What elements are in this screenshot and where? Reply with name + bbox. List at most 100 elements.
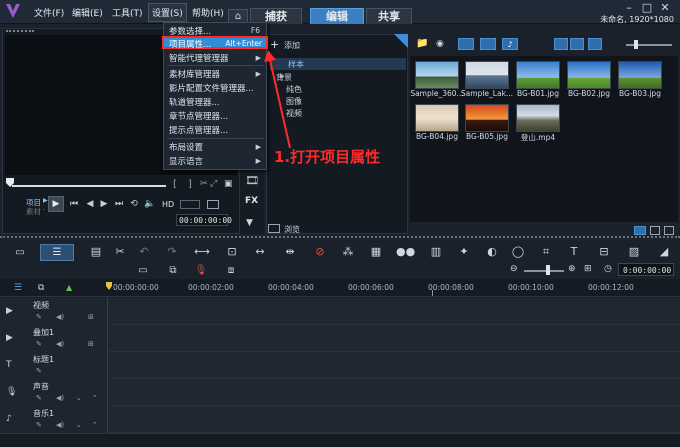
title-icon[interactable]: T bbox=[566, 245, 582, 259]
mode-clip-label[interactable]: 素材 bbox=[26, 206, 41, 217]
thumbnail-bg-b03[interactable] bbox=[618, 61, 662, 89]
previous-frame-icon[interactable]: ◀ bbox=[84, 198, 96, 210]
audio-icon[interactable]: ◀) bbox=[56, 313, 64, 321]
split-screen-icon[interactable]: ▥ bbox=[428, 245, 444, 259]
multi-camera-icon[interactable]: ▦ bbox=[368, 245, 384, 259]
tab-share[interactable]: 共享 bbox=[366, 8, 412, 24]
audio-icon[interactable]: ◀) bbox=[56, 340, 64, 348]
sort-icon[interactable] bbox=[588, 38, 602, 50]
resolution-dropdown[interactable] bbox=[180, 200, 200, 209]
ripple-icon[interactable]: ⊞ bbox=[88, 313, 94, 321]
mask-creator-icon[interactable]: ◐ bbox=[484, 245, 500, 259]
expand-track-icon[interactable]: ⌄ bbox=[76, 394, 82, 402]
menu-settings[interactable]: 设置(S) bbox=[148, 3, 187, 22]
menu-edit[interactable]: 编辑(E) bbox=[72, 6, 103, 19]
hd-toggle[interactable]: HD bbox=[162, 200, 174, 209]
go-to-end-icon[interactable]: ⏭ bbox=[113, 198, 125, 210]
subtitle-editor-icon[interactable]: ⁂ bbox=[340, 245, 356, 259]
track-list-icon[interactable]: ☰ bbox=[14, 283, 22, 293]
morph-icon[interactable]: ◯ bbox=[510, 245, 526, 259]
scrubber-handle[interactable] bbox=[6, 178, 14, 187]
menu-item-library-manager[interactable]: 素材库管理器 bbox=[169, 68, 220, 80]
thumbnail-bg-b02[interactable] bbox=[567, 61, 611, 89]
ripple-icon[interactable]: ⊞ bbox=[88, 340, 94, 348]
timeline-clock-icon[interactable]: ◷ bbox=[604, 264, 612, 274]
minimize-icon[interactable]: – bbox=[622, 2, 636, 14]
enable-tracks-icon[interactable]: ⧉ bbox=[38, 283, 44, 293]
tab-edit[interactable]: 编辑 bbox=[310, 8, 364, 24]
folder-icon[interactable]: 📁 bbox=[416, 38, 428, 49]
record-capture-icon[interactable]: ⊡ bbox=[224, 245, 240, 259]
storyboard-view-button[interactable]: ▭ bbox=[8, 245, 32, 260]
split-icon[interactable]: ✂ bbox=[200, 179, 208, 189]
thumbnail-sample-lake[interactable] bbox=[465, 61, 509, 89]
menu-item-display-language[interactable]: 显示语言 bbox=[169, 155, 203, 167]
motion-tracking-icon[interactable]: ⊘ bbox=[312, 245, 328, 259]
fit-project-icon[interactable]: ⟷ bbox=[194, 245, 210, 259]
zoom-out-icon[interactable]: ⊖ bbox=[510, 264, 518, 274]
zoom-in-icon[interactable]: ⊕ bbox=[568, 264, 576, 274]
menu-file[interactable]: 文件(F) bbox=[34, 6, 64, 19]
undo-icon[interactable]: ↶ bbox=[136, 245, 152, 259]
tools-icon[interactable]: ✂ bbox=[112, 245, 128, 259]
show-image-icon[interactable] bbox=[480, 38, 496, 50]
timecode-display[interactable]: 00:00:00:00 bbox=[176, 214, 232, 226]
menu-item-chapter-manager[interactable]: 章节点管理器... bbox=[169, 110, 228, 122]
screen-capture-icon[interactable]: ⧉ bbox=[166, 264, 180, 277]
browse-icon[interactable] bbox=[268, 224, 280, 233]
thumbnail-hiking-video[interactable] bbox=[516, 104, 560, 132]
aspect-ratio-icon[interactable] bbox=[207, 200, 219, 209]
menu-item-smart-proxy[interactable]: 智能代理管理器 bbox=[169, 52, 229, 64]
edit-icon[interactable]: ✎ bbox=[36, 313, 42, 321]
edit-icon[interactable]: ✎ bbox=[36, 340, 42, 348]
playhead-marker[interactable] bbox=[106, 282, 112, 290]
edit-icon[interactable]: ✎ bbox=[36, 367, 42, 375]
library-fullscreen-icon[interactable] bbox=[650, 226, 660, 235]
audio-icon[interactable]: ◀) bbox=[56, 421, 64, 429]
expand-track-icon[interactable]: ⌄ bbox=[76, 421, 82, 429]
expand-icon[interactable]: ⤢ bbox=[210, 179, 217, 189]
maximize-icon[interactable]: □ bbox=[640, 2, 654, 14]
menu-tools[interactable]: 工具(T) bbox=[112, 6, 143, 19]
go-to-start-icon[interactable]: ⏮ bbox=[68, 198, 80, 210]
menu-item-track-manager[interactable]: 轨道管理器... bbox=[169, 96, 220, 108]
menu-item-layout-settings[interactable]: 布局设置 bbox=[169, 141, 203, 153]
timeline-bottom-bar[interactable] bbox=[0, 433, 680, 447]
track-manager-icon[interactable]: ▤ bbox=[88, 245, 104, 259]
add-track-icon[interactable]: ▲ bbox=[66, 283, 72, 292]
browse-label[interactable]: 浏览 bbox=[284, 224, 300, 235]
highlight-icon[interactable]: ◢ bbox=[656, 245, 672, 259]
fit-timeline-icon[interactable]: ⊞ bbox=[584, 264, 592, 274]
filter-icon[interactable]: ◉ bbox=[436, 39, 444, 49]
thumbnail-bg-b01[interactable] bbox=[516, 61, 560, 89]
timeline-timecode-box[interactable]: 0:00:00:00 bbox=[618, 263, 674, 276]
crop-icon[interactable]: ⌗ bbox=[538, 245, 554, 259]
timeline-view-button[interactable]: ☰ bbox=[40, 244, 74, 261]
fx-button[interactable]: FX bbox=[245, 196, 258, 206]
color-grading-icon[interactable]: ⊟ bbox=[596, 245, 612, 259]
zoom-slider[interactable] bbox=[524, 270, 564, 272]
instant-project-icon[interactable]: 🎞 bbox=[245, 174, 259, 187]
library-option-icon[interactable] bbox=[634, 226, 646, 235]
edit-icon[interactable]: ✎ bbox=[36, 421, 42, 429]
stop-motion-icon[interactable]: ●● bbox=[396, 245, 415, 259]
next-frame-icon[interactable]: ▶ bbox=[98, 198, 110, 210]
expand-down-icon[interactable]: ▼ bbox=[246, 218, 253, 228]
show-audio-icon[interactable]: ♪ bbox=[502, 38, 518, 50]
voiceover-icon[interactable]: 🎙 bbox=[194, 264, 208, 277]
time-remap-icon[interactable]: ✦ bbox=[456, 245, 472, 259]
thumbnail-size-handle[interactable] bbox=[634, 40, 638, 49]
list-view-icon[interactable] bbox=[554, 38, 568, 50]
snapshot-icon[interactable]: ▣ bbox=[224, 179, 233, 189]
close-icon[interactable]: ✕ bbox=[658, 2, 672, 14]
collapse-track-icon[interactable]: ⌃ bbox=[92, 394, 98, 402]
scrubber-track[interactable] bbox=[12, 185, 166, 187]
speed-icon[interactable]: ▨ bbox=[626, 245, 642, 259]
edit-icon[interactable]: ✎ bbox=[36, 394, 42, 402]
replace-media-icon[interactable]: ⧈ bbox=[224, 264, 238, 277]
collapse-track-icon[interactable]: ⌃ bbox=[92, 421, 98, 429]
timeline-ruler[interactable] bbox=[0, 279, 680, 297]
play-button[interactable]: ▶ bbox=[48, 196, 64, 212]
menu-help[interactable]: 帮助(H) bbox=[192, 6, 224, 19]
volume-icon[interactable]: 🔈 bbox=[144, 198, 156, 210]
